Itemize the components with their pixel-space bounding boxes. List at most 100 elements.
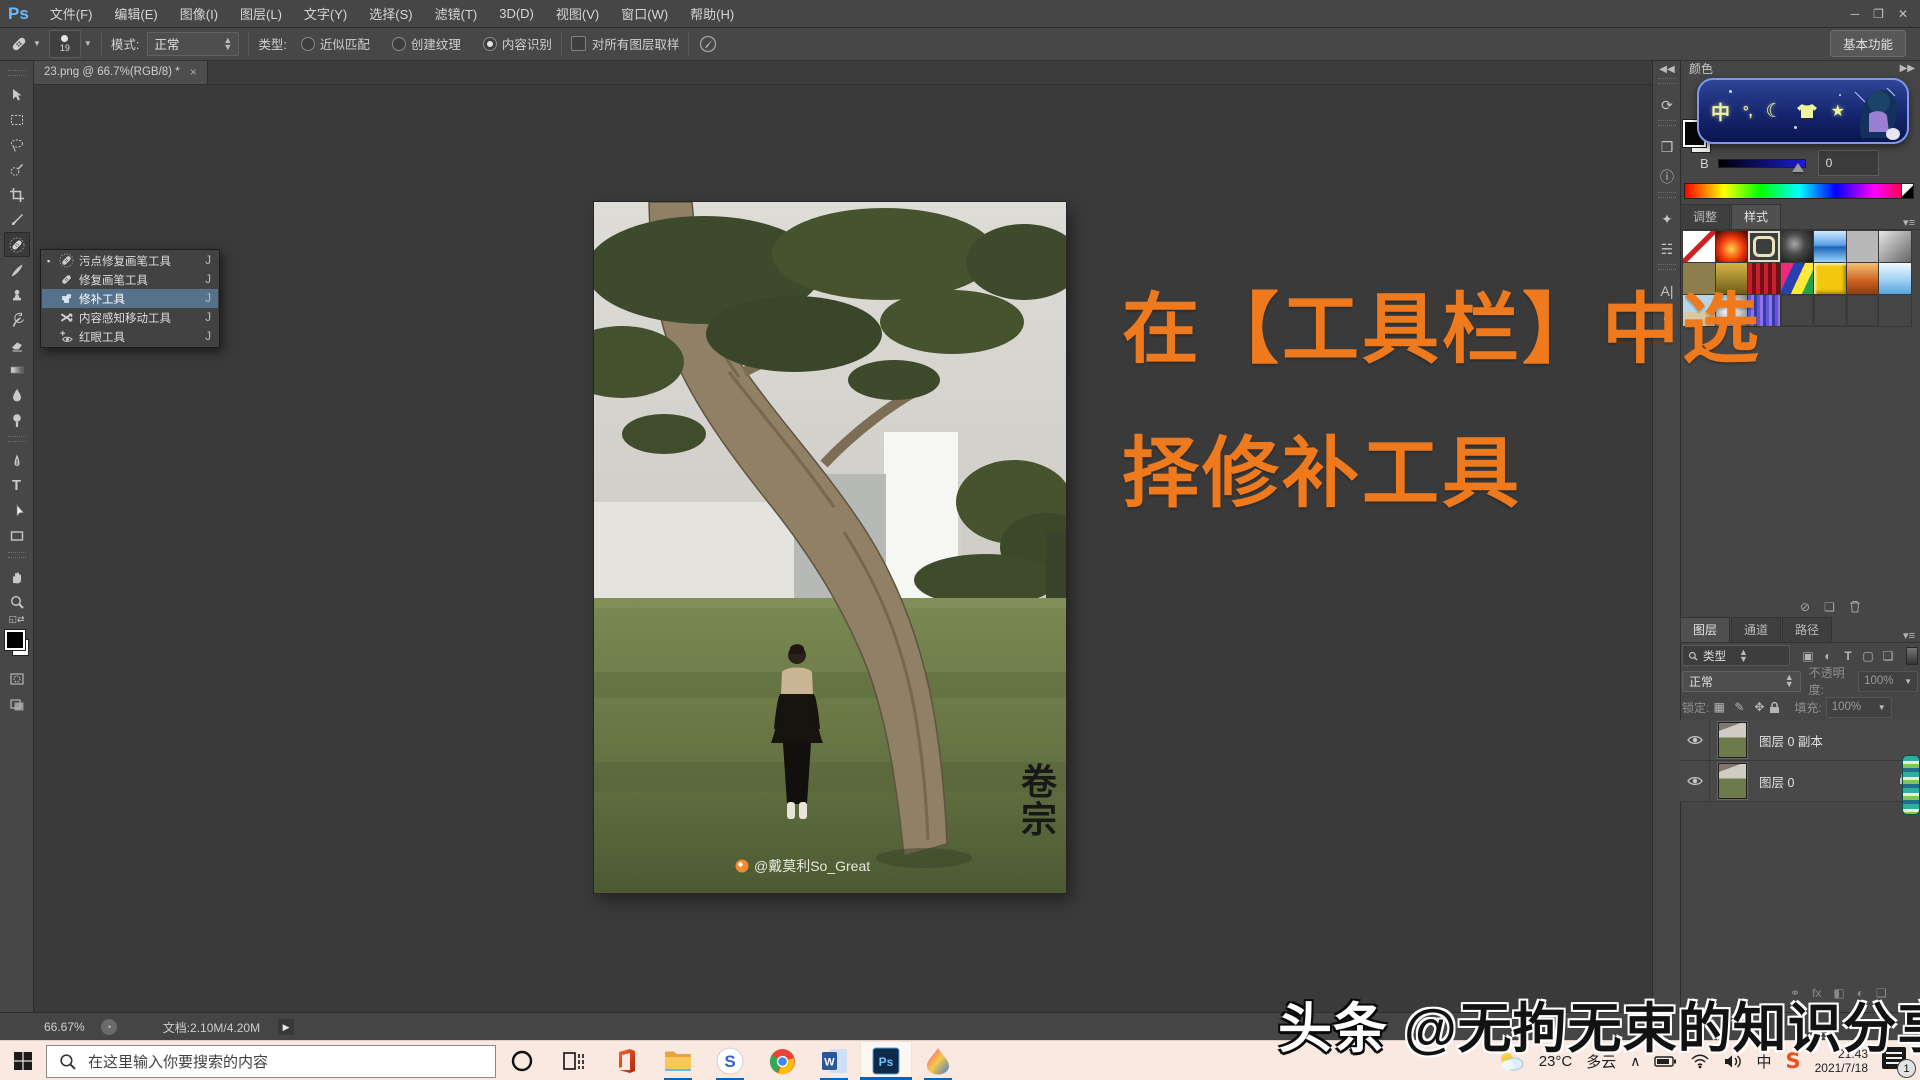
office-app-button[interactable] <box>600 1041 652 1080</box>
new-style-icon[interactable]: ❏ <box>1824 600 1835 614</box>
tool-eraser[interactable] <box>4 332 30 357</box>
taskbar-search-box[interactable]: 在这里输入你要搜索的内容 <box>46 1045 496 1078</box>
tab-close-icon[interactable]: × <box>190 65 197 79</box>
tool-crop[interactable] <box>4 182 30 207</box>
lock-transparency-icon[interactable]: ▦ <box>1709 700 1729 714</box>
style-swatch[interactable] <box>1781 231 1813 262</box>
filter-smart-objects-icon[interactable]: ❏ <box>1878 649 1898 663</box>
layer-name[interactable]: 图层 0 副本 <box>1759 731 1823 750</box>
style-swatch[interactable] <box>1781 263 1813 294</box>
ime-toolbar[interactable]: 中 °, ☾ ★ <box>1697 78 1909 144</box>
word-app-button[interactable]: W <box>808 1041 860 1080</box>
tab-layers[interactable]: 图层 <box>1680 617 1730 642</box>
foreground-background-swatches[interactable] <box>4 630 30 658</box>
layer-filter-kind-select[interactable]: 类型 ▲▼ <box>1682 645 1790 666</box>
3d-panel-icon[interactable]: ❒ <box>1653 132 1681 162</box>
mode-select[interactable]: 正常 ▲▼ <box>147 32 239 56</box>
moon-icon[interactable]: ☾ <box>1766 100 1783 123</box>
panel-menu-icon[interactable]: ▾≡ <box>1903 216 1915 229</box>
simplenote-app-button[interactable]: S <box>704 1041 756 1080</box>
tool-clone-stamp[interactable] <box>4 282 30 307</box>
chrome-button[interactable] <box>756 1041 808 1080</box>
filter-toggle[interactable] <box>1906 647 1918 665</box>
flyout-item-healing-brush[interactable]: 修复画笔工具 J <box>42 270 218 289</box>
tool-marquee[interactable] <box>4 107 30 132</box>
tool-eyedropper[interactable] <box>4 207 30 232</box>
expand-panels-icon[interactable]: ▶▶ <box>1900 63 1915 74</box>
style-swatch[interactable] <box>1814 231 1846 262</box>
style-swatch[interactable] <box>1847 263 1879 294</box>
style-swatch[interactable] <box>1716 231 1748 262</box>
menu-image[interactable]: 图像(I) <box>169 4 229 23</box>
ime-skin-widget[interactable] <box>1902 755 1920 815</box>
style-swatch[interactable] <box>1847 231 1879 262</box>
status-options-arrow[interactable]: ▶ <box>278 1019 294 1035</box>
style-swatch[interactable] <box>1814 263 1846 294</box>
tab-styles[interactable]: 样式 <box>1731 204 1781 229</box>
style-slot-empty[interactable] <box>1781 295 1813 326</box>
color-panel-tab[interactable]: 颜色 <box>1689 62 1713 76</box>
tool-lasso[interactable] <box>4 132 30 157</box>
tool-move[interactable] <box>4 82 30 107</box>
flyout-item-content-aware-move[interactable]: 内容感知移动工具 J <box>42 308 218 327</box>
radio-create-texture[interactable]: 创建纹理 <box>392 34 461 53</box>
tool-spot-healing-brush[interactable] <box>4 232 30 257</box>
history-panel-icon[interactable]: ⟳ <box>1653 90 1681 120</box>
tool-gradient[interactable] <box>4 357 30 382</box>
layer-row-copy[interactable]: 图层 0 副本 <box>1680 720 1920 761</box>
tool-zoom[interactable] <box>4 589 30 614</box>
menu-filter[interactable]: 滤镜(T) <box>424 4 489 23</box>
start-button[interactable] <box>0 1041 46 1080</box>
radio-content-aware[interactable]: 内容识别 <box>483 34 552 53</box>
style-swatch[interactable] <box>1879 231 1911 262</box>
maximize-icon[interactable]: ❐ <box>1873 7 1884 21</box>
tool-quick-selection[interactable] <box>4 157 30 182</box>
tool-dodge[interactable] <box>4 407 30 432</box>
filter-adjustment-layers-icon[interactable]: ◐ <box>1818 649 1838 663</box>
style-swatch[interactable] <box>1879 263 1911 294</box>
tool-pen[interactable] <box>4 448 30 473</box>
zoom-level[interactable]: 66.67% <box>44 1020 85 1034</box>
style-swatch-none[interactable] <box>1683 231 1715 262</box>
menu-window[interactable]: 窗口(W) <box>610 4 679 23</box>
file-explorer-button[interactable] <box>652 1041 704 1080</box>
tab-adjustments[interactable]: 调整 <box>1680 204 1730 229</box>
document-tab[interactable]: 23.png @ 66.7%(RGB/8) * × <box>34 60 208 84</box>
blend-mode-select[interactable]: 正常 ▲▼ <box>1682 671 1801 692</box>
lock-pixels-icon[interactable]: ✎ <box>1729 700 1749 714</box>
ime-mode-indicator[interactable]: 中 <box>1711 98 1730 125</box>
menu-file[interactable]: 文件(F) <box>39 4 104 23</box>
tool-hand[interactable] <box>4 564 30 589</box>
paint3d-app-button[interactable] <box>912 1041 964 1080</box>
layer-row-background[interactable]: 图层 0 <box>1680 761 1920 802</box>
menu-layer[interactable]: 图层(L) <box>229 4 293 23</box>
lock-all-icon[interactable] <box>1769 701 1780 714</box>
ime-punctuation-icon[interactable]: °, <box>1743 103 1753 119</box>
bw-ramp-end[interactable] <box>1901 183 1914 199</box>
menu-type[interactable]: 文字(Y) <box>293 4 358 23</box>
menu-3d[interactable]: 3D(D) <box>488 6 545 21</box>
tab-channels[interactable]: 通道 <box>1731 617 1781 642</box>
skin-shirt-icon[interactable] <box>1796 102 1818 120</box>
screen-mode-button[interactable] <box>4 691 30 716</box>
star-icon[interactable]: ★ <box>1831 101 1845 121</box>
menu-help[interactable]: 帮助(H) <box>679 4 745 23</box>
slider-thumb[interactable] <box>1792 163 1804 172</box>
visibility-cell[interactable] <box>1680 720 1710 760</box>
menu-view[interactable]: 视图(V) <box>545 4 610 23</box>
swap-colors-icon[interactable]: ◱⇄ <box>8 614 24 626</box>
style-slot-empty[interactable] <box>1814 295 1846 326</box>
flyout-item-spot-healing-brush[interactable]: ▪ 污点修复画笔工具 J <box>42 251 218 270</box>
lock-position-icon[interactable]: ✥ <box>1749 700 1769 714</box>
brush-panel-icon[interactable]: ✦ <box>1653 204 1681 234</box>
visibility-cell[interactable] <box>1680 761 1710 801</box>
panel-grip[interactable] <box>8 70 26 76</box>
filter-type-layers-icon[interactable]: T <box>1838 649 1858 663</box>
cortana-button[interactable] <box>496 1041 548 1080</box>
flyout-item-red-eye[interactable]: 红眼工具 J <box>42 327 218 346</box>
tool-presets-panel-icon[interactable]: ☵ <box>1653 234 1681 264</box>
photoshop-app-button[interactable]: Ps <box>860 1041 912 1080</box>
chevron-down-icon[interactable]: ▼ <box>84 39 92 48</box>
tool-path-selection[interactable] <box>4 498 30 523</box>
foreground-color-swatch[interactable] <box>5 630 25 650</box>
